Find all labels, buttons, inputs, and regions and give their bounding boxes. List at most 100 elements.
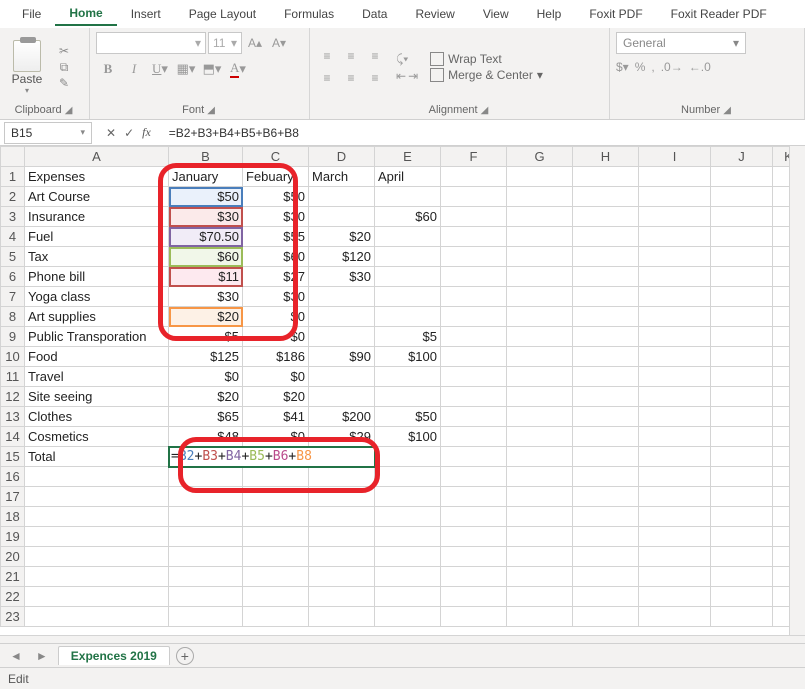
percent-format-icon[interactable]: %	[635, 60, 646, 74]
cell-G14[interactable]	[507, 427, 573, 447]
increase-decimal-icon[interactable]: .0→	[661, 60, 683, 74]
cell-D9[interactable]	[309, 327, 375, 347]
row-header-17[interactable]: 17	[1, 487, 25, 507]
cell-I23[interactable]	[639, 607, 711, 627]
row-header-16[interactable]: 16	[1, 467, 25, 487]
cell-B8[interactable]: $20	[169, 307, 243, 327]
cell-F17[interactable]	[441, 487, 507, 507]
cell-A19[interactable]	[25, 527, 169, 547]
cell-C9[interactable]: $0	[243, 327, 309, 347]
cell-H22[interactable]	[573, 587, 639, 607]
row-header-11[interactable]: 11	[1, 367, 25, 387]
align-top-icon[interactable]: ≡	[316, 46, 338, 66]
cell-G2[interactable]	[507, 187, 573, 207]
bold-button[interactable]: B	[96, 58, 120, 80]
cell-I3[interactable]	[639, 207, 711, 227]
border-button[interactable]: ▦▾	[174, 58, 198, 80]
cell-H5[interactable]	[573, 247, 639, 267]
cell-I7[interactable]	[639, 287, 711, 307]
number-dialog-launcher[interactable]: ◢	[723, 105, 733, 116]
cell-J7[interactable]	[711, 287, 773, 307]
cell-H6[interactable]	[573, 267, 639, 287]
cell-F7[interactable]	[441, 287, 507, 307]
cell-D2[interactable]	[309, 187, 375, 207]
cell-E17[interactable]	[375, 487, 441, 507]
row-header-5[interactable]: 5	[1, 247, 25, 267]
font-color-button[interactable]: A▾	[226, 58, 250, 80]
cell-I10[interactable]	[639, 347, 711, 367]
cancel-formula-icon[interactable]: ✕	[106, 126, 116, 140]
cell-F15[interactable]	[441, 447, 507, 467]
cell-G21[interactable]	[507, 567, 573, 587]
col-header-I[interactable]: I	[639, 147, 711, 167]
cell-J22[interactable]	[711, 587, 773, 607]
cell-H15[interactable]	[573, 447, 639, 467]
tab-review[interactable]: Review	[401, 3, 468, 25]
cell-E5[interactable]	[375, 247, 441, 267]
cell-J10[interactable]	[711, 347, 773, 367]
cell-C10[interactable]: $186	[243, 347, 309, 367]
cell-A11[interactable]: Travel	[25, 367, 169, 387]
cell-B17[interactable]	[169, 487, 243, 507]
decrease-font-icon[interactable]: A▾	[268, 32, 290, 54]
tab-home[interactable]: Home	[55, 2, 116, 26]
tab-help[interactable]: Help	[523, 3, 576, 25]
cell-E12[interactable]	[375, 387, 441, 407]
cell-G8[interactable]	[507, 307, 573, 327]
cell-F18[interactable]	[441, 507, 507, 527]
cell-C3[interactable]: $30	[243, 207, 309, 227]
cell-G11[interactable]	[507, 367, 573, 387]
cell-I2[interactable]	[639, 187, 711, 207]
cell-H8[interactable]	[573, 307, 639, 327]
tab-pagelayout[interactable]: Page Layout	[175, 3, 270, 25]
row-header-13[interactable]: 13	[1, 407, 25, 427]
cell-B18[interactable]	[169, 507, 243, 527]
cell-A16[interactable]	[25, 467, 169, 487]
cell-E8[interactable]	[375, 307, 441, 327]
cell-I22[interactable]	[639, 587, 711, 607]
cell-C17[interactable]	[243, 487, 309, 507]
cell-F20[interactable]	[441, 547, 507, 567]
cell-G6[interactable]	[507, 267, 573, 287]
cell-G5[interactable]	[507, 247, 573, 267]
row-header-7[interactable]: 7	[1, 287, 25, 307]
cell-B20[interactable]	[169, 547, 243, 567]
cell-J12[interactable]	[711, 387, 773, 407]
cell-E1[interactable]: April	[375, 167, 441, 187]
cell-B14[interactable]: $48	[169, 427, 243, 447]
cell-B3[interactable]: $30	[169, 207, 243, 227]
cell-I12[interactable]	[639, 387, 711, 407]
orientation-icon[interactable]: ⤹▾	[396, 52, 418, 67]
row-header-14[interactable]: 14	[1, 427, 25, 447]
cell-B19[interactable]	[169, 527, 243, 547]
number-format-combo[interactable]: General▾	[616, 32, 746, 54]
cell-C16[interactable]	[243, 467, 309, 487]
formula-input[interactable]: =B2+B3+B4+B5+B6+B8	[161, 126, 805, 140]
cell-J14[interactable]	[711, 427, 773, 447]
row-header-20[interactable]: 20	[1, 547, 25, 567]
cell-J18[interactable]	[711, 507, 773, 527]
cell-B2[interactable]: $50	[169, 187, 243, 207]
cell-D4[interactable]: $20	[309, 227, 375, 247]
cell-B16[interactable]	[169, 467, 243, 487]
cell-B1[interactable]: January	[169, 167, 243, 187]
cell-H12[interactable]	[573, 387, 639, 407]
cell-D3[interactable]	[309, 207, 375, 227]
cell-I20[interactable]	[639, 547, 711, 567]
cell-H17[interactable]	[573, 487, 639, 507]
cell-E10[interactable]: $100	[375, 347, 441, 367]
cell-I8[interactable]	[639, 307, 711, 327]
cell-D1[interactable]: March	[309, 167, 375, 187]
cell-A4[interactable]: Fuel	[25, 227, 169, 247]
cell-G13[interactable]	[507, 407, 573, 427]
cell-D16[interactable]	[309, 467, 375, 487]
cell-J8[interactable]	[711, 307, 773, 327]
cell-H3[interactable]	[573, 207, 639, 227]
cell-F19[interactable]	[441, 527, 507, 547]
align-right-icon[interactable]: ≡	[364, 68, 386, 88]
cell-F6[interactable]	[441, 267, 507, 287]
new-sheet-button[interactable]: +	[176, 647, 194, 665]
cell-A17[interactable]	[25, 487, 169, 507]
comma-format-icon[interactable]: ,	[651, 60, 654, 74]
cell-G3[interactable]	[507, 207, 573, 227]
